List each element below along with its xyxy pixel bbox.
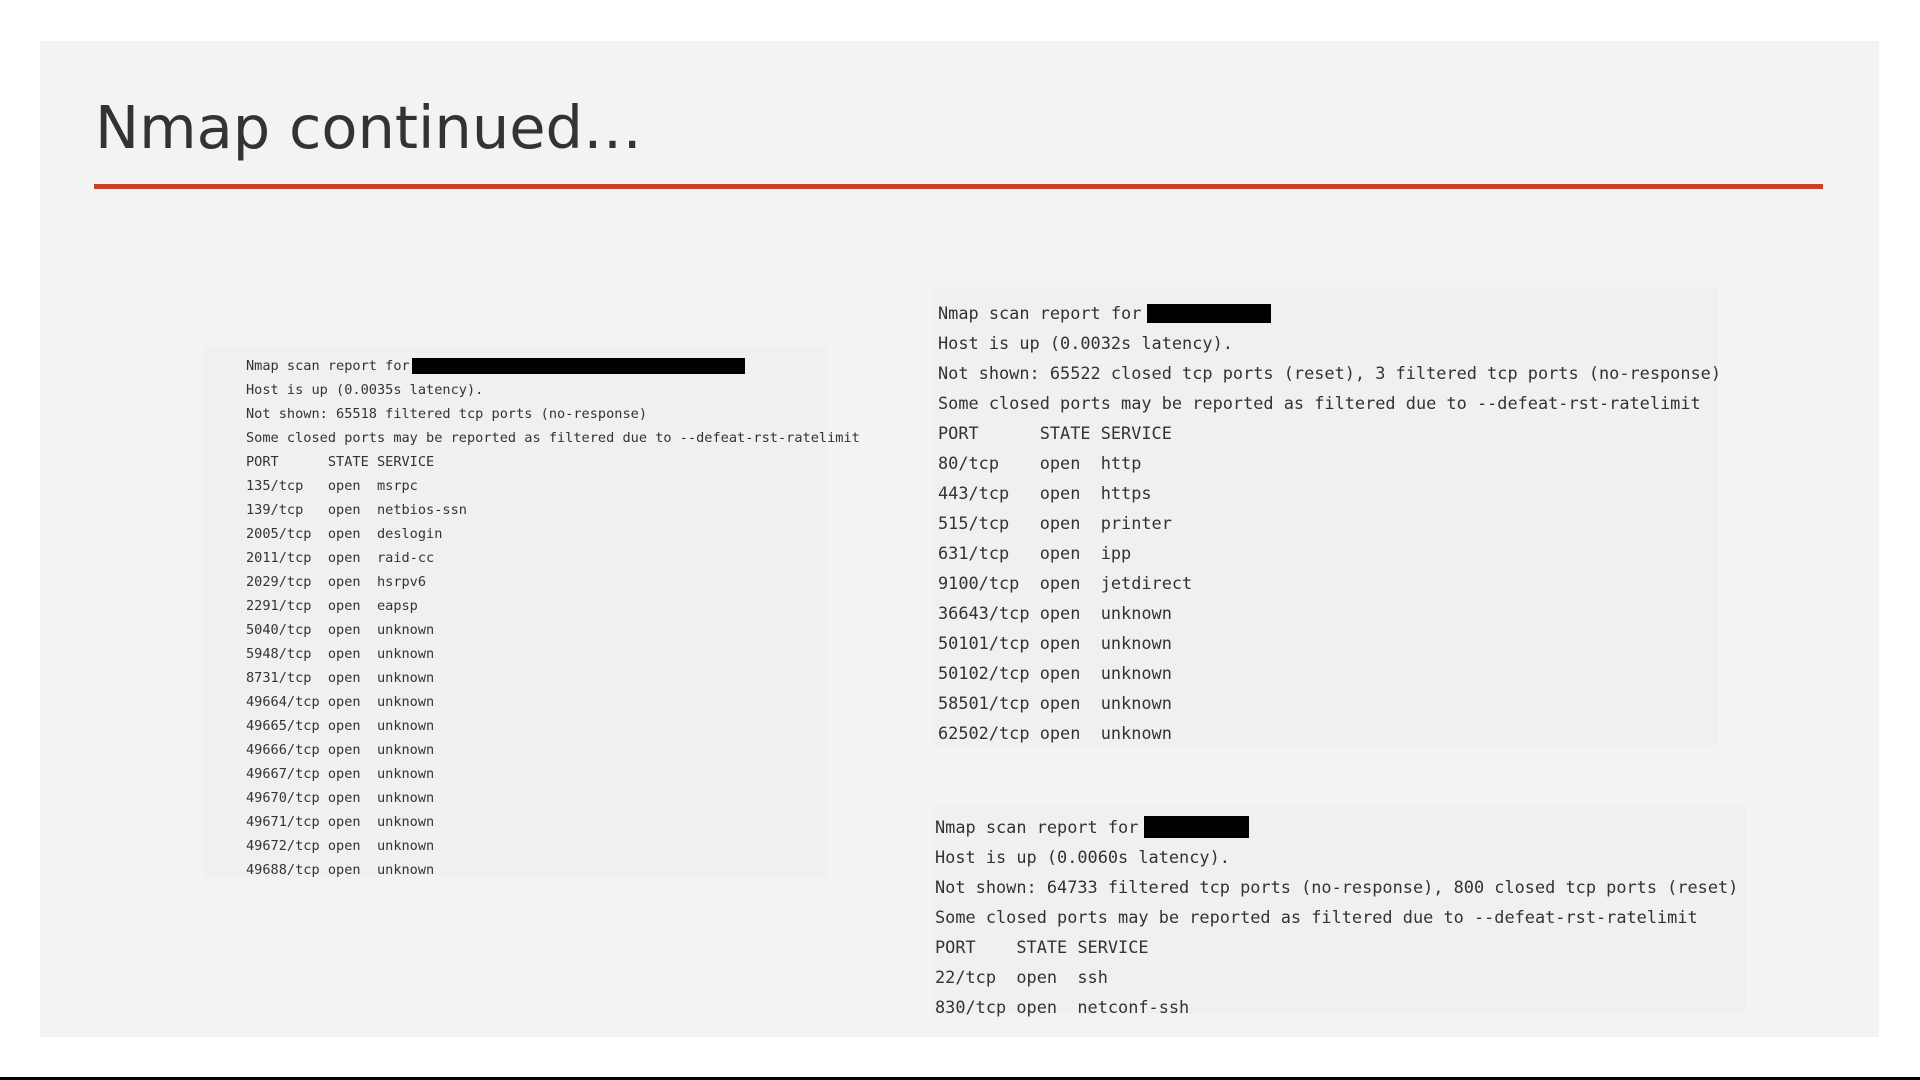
port-table-row: 50102/tcp open unknown	[938, 663, 1172, 683]
scan-status-line: Not shown: 64733 filtered tcp ports (no-…	[935, 877, 1739, 897]
port-table-row: 5040/tcp open unknown	[246, 622, 435, 638]
port-table-header: PORT STATE SERVICE	[246, 454, 435, 470]
port-table-row: 139/tcp open netbios-ssn	[246, 502, 467, 518]
redacted-host-bar	[1147, 303, 1272, 323]
port-table-row: 2291/tcp open eapsp	[246, 598, 418, 614]
scan-status-line: Some closed ports may be reported as fil…	[246, 430, 860, 446]
port-table-row: 49667/tcp open unknown	[246, 766, 435, 782]
port-table-row: 49666/tcp open unknown	[246, 742, 435, 758]
scan-report-header: Nmap scan report for	[935, 812, 1746, 842]
nmap-output-right: Nmap scan report for Host is up (0.0032s …	[933, 288, 1722, 746]
scan-report-header: Nmap scan report for	[938, 298, 1718, 328]
port-table-row: 49672/tcp open unknown	[246, 838, 435, 854]
nmap-output-left: Nmap scan report for Host is up (0.0035s …	[203, 347, 860, 878]
scan-report-label: Nmap scan report for	[935, 817, 1139, 837]
port-table-row: 515/tcp open printer	[938, 513, 1172, 533]
title-divider	[94, 184, 1823, 189]
port-table-row: 830/tcp open netconf-ssh	[935, 997, 1190, 1017]
port-table-row: 49688/tcp open unknown	[246, 862, 435, 878]
slide-title: Nmap continued…	[95, 93, 642, 162]
redacted-host-bar	[411, 358, 745, 374]
port-table-row: 443/tcp open https	[938, 483, 1152, 503]
port-table-row: 631/tcp open ipp	[938, 543, 1132, 563]
port-table-row: 5948/tcp open unknown	[246, 646, 435, 662]
port-table-row: 58501/tcp open unknown	[938, 693, 1172, 713]
scan-status-line: Some closed ports may be reported as fil…	[938, 393, 1701, 413]
scan-report-label: Nmap scan report for	[938, 303, 1142, 323]
port-table-row: 62502/tcp open unknown	[938, 723, 1172, 743]
port-table-row: 22/tcp open ssh	[935, 967, 1108, 987]
port-table-row: 2029/tcp open hsrpv6	[246, 574, 427, 590]
redacted-host-bar	[1144, 816, 1250, 838]
scan-status-line: Not shown: 65522 closed tcp ports (reset…	[938, 363, 1722, 383]
scan-report-header: Nmap scan report for	[246, 354, 827, 378]
port-table-row: 80/tcp open http	[938, 453, 1142, 473]
port-table-row: 135/tcp open msrpc	[246, 478, 418, 494]
port-table-row: 8731/tcp open unknown	[246, 670, 435, 686]
port-table-row: 49671/tcp open unknown	[246, 814, 435, 830]
port-table-row: 2005/tcp open deslogin	[246, 526, 443, 542]
scan-report-label: Nmap scan report for	[246, 358, 410, 374]
port-table-row: 49665/tcp open unknown	[246, 718, 435, 734]
scan-status-line: Host is up (0.0032s latency).	[938, 333, 1233, 353]
port-table-row: 2011/tcp open raid-cc	[246, 550, 435, 566]
scan-status-line: Host is up (0.0035s latency).	[246, 382, 484, 398]
scan-status-line: Some closed ports may be reported as fil…	[935, 907, 1698, 927]
scan-status-line: Not shown: 65518 filtered tcp ports (no-…	[246, 406, 648, 422]
slide: Nmap continued… Nmap scan report for Host…	[40, 41, 1879, 1037]
port-table-row: 49664/tcp open unknown	[246, 694, 435, 710]
port-table-row: 50101/tcp open unknown	[938, 633, 1172, 653]
scan-status-line: Host is up (0.0060s latency).	[935, 847, 1230, 867]
port-table-header: PORT STATE SERVICE	[935, 937, 1149, 957]
port-table-header: PORT STATE SERVICE	[938, 423, 1172, 443]
port-table-row: 9100/tcp open jetdirect	[938, 573, 1193, 593]
port-table-row: 49670/tcp open unknown	[246, 790, 435, 806]
port-table-row: 36643/tcp open unknown	[938, 603, 1172, 623]
nmap-output-bottom: Nmap scan report for Host is up (0.0060s …	[933, 805, 1746, 1017]
